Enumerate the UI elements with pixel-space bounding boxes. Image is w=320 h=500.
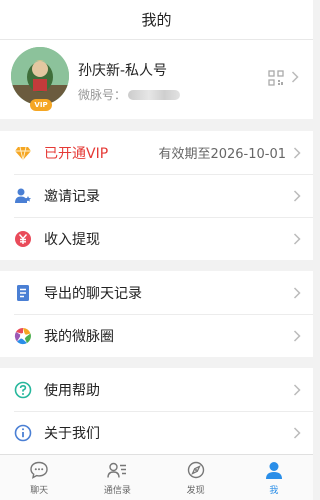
discover-icon xyxy=(187,461,204,478)
invite-user-icon xyxy=(14,187,32,205)
menu-item-label: 已开通VIP xyxy=(44,145,109,162)
menu-item-label: 收入提现 xyxy=(44,231,100,248)
profile-card[interactable]: VIP 孙庆新-私人号 微脉号： xyxy=(0,40,313,119)
help-icon xyxy=(14,381,32,399)
bottom-tab-bar: 聊天 通信录 发现 我 xyxy=(0,454,313,500)
menu-item-label: 邀请记录 xyxy=(44,188,100,205)
menu-item-income[interactable]: 收入提现 xyxy=(0,217,313,260)
menu-item-label: 关于我们 xyxy=(44,425,100,442)
tab-label: 通信录 xyxy=(103,485,131,496)
menu-group-info: 使用帮助 关于我们 xyxy=(0,368,313,454)
menu-item-about[interactable]: 关于我们 xyxy=(0,411,313,454)
menu-item-vip[interactable]: 已开通VIP 有效期至2026-10-01 xyxy=(0,131,313,174)
profile-id: 微脉号： xyxy=(78,86,181,103)
moments-circle-icon xyxy=(14,327,32,345)
vip-expiry: 有效期至2026-10-01 xyxy=(158,147,286,162)
chevron-right-icon xyxy=(293,426,301,439)
diamond-icon xyxy=(14,144,32,162)
yuan-icon xyxy=(14,230,32,248)
menu-item-circle[interactable]: 我的微脉圈 xyxy=(0,314,313,357)
menu-group-records: 导出的聊天记录 我的微脉圈 xyxy=(0,271,313,357)
profile-id-label: 微脉号： xyxy=(78,88,127,102)
tab-label: 发现 xyxy=(186,485,205,496)
profile-name: 孙庆新-私人号 xyxy=(78,63,168,79)
chevron-right-icon xyxy=(293,383,301,396)
tab-chat[interactable]: 聊天 xyxy=(0,455,78,500)
menu-item-help[interactable]: 使用帮助 xyxy=(0,368,313,411)
me-icon xyxy=(265,461,282,479)
vip-badge: VIP xyxy=(30,99,52,111)
avatar-image xyxy=(11,47,69,105)
contacts-icon xyxy=(107,462,127,478)
tab-label: 聊天 xyxy=(30,485,49,496)
tab-me[interactable]: 我 xyxy=(235,455,313,500)
info-icon xyxy=(14,424,32,442)
chevron-right-icon xyxy=(293,146,301,159)
tab-discover[interactable]: 发现 xyxy=(157,455,235,500)
page-title: 我的 xyxy=(0,0,313,40)
chevron-right-icon xyxy=(293,189,301,202)
menu-item-export[interactable]: 导出的聊天记录 xyxy=(0,271,313,314)
menu-item-label: 导出的聊天记录 xyxy=(44,285,142,302)
menu-item-invite[interactable]: 邀请记录 xyxy=(0,174,313,217)
tab-contacts[interactable]: 通信录 xyxy=(78,455,156,500)
qr-code-icon[interactable] xyxy=(268,70,284,86)
tab-label: 我 xyxy=(269,485,279,496)
chevron-right-icon xyxy=(293,286,301,299)
avatar[interactable]: VIP xyxy=(11,47,69,111)
profile-id-redacted xyxy=(128,89,181,100)
menu-group-account: 已开通VIP 有效期至2026-10-01 邀请记录 收入提现 xyxy=(0,131,313,260)
menu-item-label: 我的微脉圈 xyxy=(44,328,114,345)
menu-item-label: 使用帮助 xyxy=(44,382,100,399)
chevron-right-icon xyxy=(293,232,301,245)
chevron-right-icon xyxy=(291,71,299,83)
chevron-right-icon xyxy=(293,329,301,342)
document-list-icon xyxy=(14,284,32,302)
chat-icon xyxy=(30,461,48,479)
